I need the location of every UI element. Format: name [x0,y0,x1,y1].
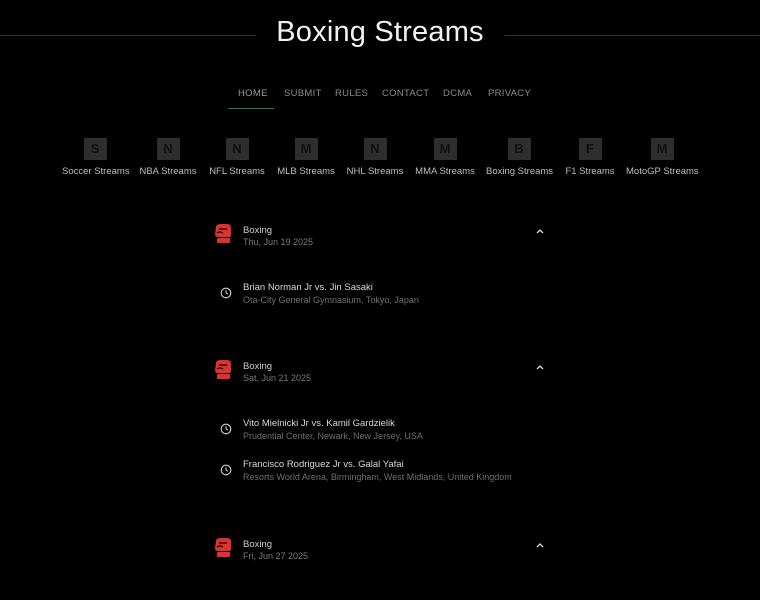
sport-label: NHL Streams [346,166,404,177]
sport-badge: N [156,138,180,160]
day-sport: Boxing [243,539,273,550]
schedule-day: Boxing Sat, Jun 21 2025 Vito Mielnicki J… [212,360,552,482]
sport-badge: S [83,138,107,160]
clock-icon [220,464,232,476]
chevron-up-icon[interactable] [534,362,546,372]
nav-privacy[interactable]: PRIVACY [488,88,531,99]
chevron-up-icon[interactable] [534,226,546,236]
boxing-glove-icon [215,538,231,557]
event-venue: Ota-City General Gymnasium, Tokyo, Japan [243,295,419,305]
sport-badge: B [507,138,531,160]
chevron-up-icon[interactable] [534,540,546,550]
boxing-glove-icon [215,224,231,243]
nav-rules[interactable]: RULES [335,88,368,99]
clock-icon [220,423,232,435]
sport-label: NFL Streams [209,166,265,177]
sport-badge: M [294,138,318,160]
day-header[interactable]: Boxing Fri, Jun 27 2025 [212,538,552,568]
sport-link-nhl[interactable]: N NHL Streams [346,138,404,177]
schedule-day: Boxing Fri, Jun 27 2025 [212,538,552,568]
sport-label: Boxing Streams [486,166,554,177]
sport-label: MMA Streams [415,166,475,177]
event-title: Brian Norman Jr vs. Jin Sasaki [243,282,373,293]
sport-link-soccer[interactable]: S Soccer Streams [62,138,130,177]
sports-bar: S Soccer Streams N NBA Streams N NFL Str… [0,138,760,184]
sport-label: Soccer Streams [62,166,130,177]
nav-dcma[interactable]: DCMA [443,88,472,99]
nav-submit[interactable]: SUBMIT [284,88,322,99]
day-header[interactable]: Boxing Thu, Jun 19 2025 [212,224,552,254]
sport-badge: M [433,138,457,160]
sport-badge: M [650,138,674,160]
sport-badge: N [225,138,249,160]
header-divider-right [504,35,760,36]
sport-link-nfl[interactable]: N NFL Streams [208,138,266,177]
sport-link-nba[interactable]: N NBA Streams [138,138,198,177]
site-header: Boxing Streams [0,0,760,72]
event-title: Francisco Rodriguez Jr vs. Galal Yafai [243,459,404,470]
nav-home[interactable]: HOME [238,88,268,99]
nav-contact[interactable]: CONTACT [382,88,429,99]
sport-link-mlb[interactable]: M MLB Streams [276,138,336,177]
day-date: Thu, Jun 19 2025 [243,237,314,247]
main-nav: HOME SUBMIT RULES CONTACT DCMA PRIVACY [0,88,760,112]
sport-link-f1[interactable]: F F1 Streams [564,138,616,177]
sport-badge: F [578,138,602,160]
day-date: Sat, Jun 21 2025 [243,373,312,383]
clock-icon [220,287,232,299]
sport-badge: N [363,138,387,160]
event-item[interactable]: Francisco Rodriguez Jr vs. Galal Yafai R… [212,459,552,489]
sport-link-motogp[interactable]: M MotoGP Streams [626,138,699,177]
day-header[interactable]: Boxing Sat, Jun 21 2025 [212,360,552,390]
event-item[interactable]: Vito Mielnicki Jr vs. Kamil Gardzielik P… [212,418,552,448]
sport-link-boxing[interactable]: B Boxing Streams [486,138,554,177]
event-title: Vito Mielnicki Jr vs. Kamil Gardzielik [243,418,395,429]
sport-label: MLB Streams [277,166,335,177]
sport-label: MotoGP Streams [626,166,699,177]
nav-active-indicator [228,108,274,109]
day-date: Fri, Jun 27 2025 [243,551,309,561]
day-sport: Boxing [243,361,273,372]
sport-label: F1 Streams [565,166,615,177]
site-title: Boxing Streams [276,16,484,48]
sport-label: NBA Streams [139,166,197,177]
boxing-glove-icon [215,360,231,379]
event-venue: Prudential Center, Newark, New Jersey, U… [243,431,423,441]
event-item[interactable]: Brian Norman Jr vs. Jin Sasaki Ota-City … [212,282,552,312]
day-sport: Boxing [243,225,273,236]
event-venue: Resorts World Arena, Birmingham, West Mi… [243,472,512,482]
sport-link-mma[interactable]: M MMA Streams [414,138,476,177]
schedule-day: Boxing Thu, Jun 19 2025 Brian Norman Jr … [212,224,552,305]
